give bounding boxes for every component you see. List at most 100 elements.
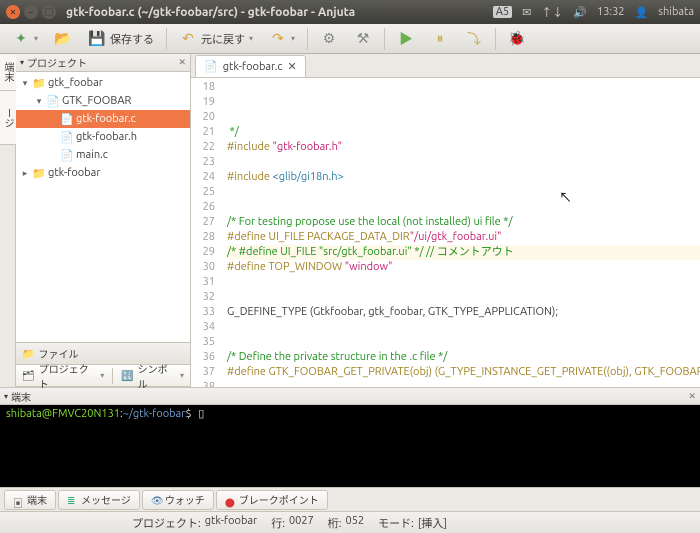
tree-row[interactable]: ▾📄GTK_FOOBAR [16, 92, 190, 110]
bottom-tab[interactable]: ▣端末 [4, 490, 56, 510]
tab-icon: ≣ [67, 495, 77, 505]
code-line[interactable]: /* #define UI_FILE "src/gtk_foobar.ui" *… [227, 245, 700, 260]
tree-label: gtk-foobar [48, 167, 101, 179]
bottom-tab[interactable]: 👁ウォッチ [142, 490, 214, 510]
save-button[interactable]: 💾保存する [82, 27, 160, 51]
code-line[interactable]: /* For testing propose use the local (no… [227, 215, 700, 230]
editor-tabs: 📄 gtk-foobar.c ✕ [191, 54, 700, 78]
code-view[interactable]: 1819202122232425262728293031323334353637… [191, 78, 700, 387]
code-line[interactable] [227, 185, 700, 200]
code-line[interactable] [227, 275, 700, 290]
redo-button[interactable]: ↷▾ [263, 27, 301, 51]
play-icon: ▶ [397, 30, 415, 48]
sidebar: ▾ プロジェクト ✕ ▾📁gtk_foobar▾📄GTK_FOOBAR📄gtk-… [16, 54, 191, 387]
acc-label: プロジェクト [39, 361, 97, 391]
user-name[interactable]: shibata [658, 6, 694, 18]
code-line[interactable] [227, 335, 700, 350]
terminal[interactable]: shibata@FMVC20N131:~/gtk-foobar$ ▯ [0, 405, 700, 487]
term-cursor: ▯ [198, 408, 204, 420]
undo-button[interactable]: ↶元に戻す▾ [173, 27, 259, 51]
code-line[interactable] [227, 380, 700, 387]
window-max-button[interactable]: ▢ [42, 5, 56, 19]
code-line[interactable]: #define TOP_WINDOW "window" [227, 260, 700, 275]
status-row: 0027 [289, 515, 314, 531]
chevron-down-icon: ▾ [4, 392, 8, 401]
window-title: gtk-foobar.c (~/gtk-foobar/src) - gtk-fo… [66, 6, 355, 19]
file-icon: 📄 [60, 148, 74, 162]
code-line[interactable]: #include <glib/gi18n.h> [227, 170, 700, 185]
bottom-tabs: ▣端末≣メッセージ👁ウォッチ●ブレークポイント [0, 487, 700, 511]
tree-row[interactable]: ▸📁gtk-foobar [16, 164, 190, 182]
code-line[interactable]: */ [227, 125, 700, 140]
editor-tab[interactable]: 📄 gtk-foobar.c ✕ [195, 55, 306, 77]
status-row-label: 行: [271, 515, 285, 531]
bug-icon: 🐞 [508, 30, 526, 48]
window-close-button[interactable]: ✕ [6, 5, 20, 19]
code-line[interactable]: #define UI_FILE PACKAGE_DATA_DIR"/ui/gtk… [227, 230, 700, 245]
separator [307, 28, 308, 50]
acc-label: シンボル [138, 361, 176, 391]
step-button[interactable]: ⤵ [459, 27, 489, 51]
term-user: shibata@FMVC20N131 [6, 408, 120, 420]
mail-icon[interactable]: ✉ [522, 6, 531, 19]
bottom-tab[interactable]: ≣メッセージ [58, 490, 140, 510]
file-icon: 📁 [32, 166, 46, 180]
hammer-icon: ⚒ [354, 30, 372, 48]
project-tree[interactable]: ▾📁gtk_foobar▾📄GTK_FOOBAR📄gtk-foobar.c📄gt… [16, 72, 190, 342]
open-icon: 📂 [54, 30, 72, 48]
twisty-icon: ▾ [20, 78, 30, 89]
code-line[interactable] [227, 155, 700, 170]
line-gutter: 1819202122232425262728293031323334353637… [191, 78, 223, 387]
term-symbol: $ [185, 408, 191, 420]
tree-row[interactable]: 📄gtk-foobar.h [16, 128, 190, 146]
step-icon: ⤵ [465, 30, 483, 48]
tab-label: ブレークポイント [239, 492, 319, 507]
file-icon: 📄 [46, 94, 60, 108]
status-col-label: 桁: [328, 515, 342, 531]
bottom-tab[interactable]: ●ブレークポイント [216, 490, 328, 510]
chevron-down-icon: ▾ [20, 58, 24, 67]
accordion-item[interactable]: 🗂プロジェクト▾🔣シンボル▾ [16, 365, 190, 387]
clock[interactable]: 13:32 [597, 6, 625, 18]
code-line[interactable] [227, 200, 700, 215]
ime-indicator[interactable]: A5 [493, 6, 512, 18]
debug-button[interactable]: 🐞 [502, 27, 532, 51]
tab-close-icon[interactable]: ✕ [288, 60, 297, 73]
tree-row[interactable]: 📄gtk-foobar.c [16, 110, 190, 128]
editor: 📄 gtk-foobar.c ✕ 18192021222324252627282… [191, 54, 700, 387]
close-icon[interactable]: ✕ [178, 57, 186, 68]
code-line[interactable]: G_DEFINE_TYPE (Gtkfoobar, gtk_foobar, GT… [227, 305, 700, 320]
run-button[interactable]: ▶ [391, 27, 421, 51]
network-icon[interactable]: ↑↓ [541, 4, 563, 20]
code-line[interactable] [227, 320, 700, 335]
acc-icon: 🗂 [22, 370, 35, 382]
volume-icon[interactable]: 🔊 [573, 6, 587, 19]
tree-row[interactable]: 📄main.c [16, 146, 190, 164]
side-tab[interactable]: 端末 [0, 54, 17, 91]
code-line[interactable] [227, 290, 700, 305]
tab-label: 端末 [27, 492, 47, 507]
status-project: gtk-foobar [205, 515, 258, 531]
build2-button[interactable]: ⚒ [348, 27, 378, 51]
open-button[interactable]: 📂 [48, 27, 78, 51]
status-bar: プロジェクト:gtk-foobar 行:0027 桁:052 モード:[挿入] [0, 511, 700, 533]
file-icon: 📁 [32, 76, 46, 90]
new-button[interactable]: ✦▾ [6, 27, 44, 51]
close-icon[interactable]: ✕ [688, 391, 696, 402]
new-icon: ✦ [12, 30, 30, 48]
code-line[interactable]: #define GTK_FOOBAR_GET_PRIVATE(obj) (G_T… [227, 365, 700, 380]
left-tab-strip: 端末メッセージ [0, 54, 16, 387]
pause-button[interactable]: ⏸ [425, 27, 455, 51]
status-mode-label: モード: [378, 515, 414, 531]
tree-label: gtk-foobar.c [76, 113, 136, 125]
code-line[interactable]: #include "gtk-foobar.h" [227, 140, 700, 155]
code-line[interactable]: /* Define the private structure in the .… [227, 350, 700, 365]
build-button[interactable]: ⚙ [314, 27, 344, 51]
save-icon: 💾 [88, 30, 106, 48]
terminal-header[interactable]: ▾ 端末 ✕ [0, 387, 700, 405]
tree-row[interactable]: ▾📁gtk_foobar [16, 74, 190, 92]
sidebar-header[interactable]: ▾ プロジェクト ✕ [16, 54, 190, 72]
window-min-button[interactable]: – [24, 5, 38, 19]
tree-label: GTK_FOOBAR [62, 95, 131, 107]
code-body[interactable]: ↖ */#include "gtk-foobar.h" #include <gl… [223, 78, 700, 387]
